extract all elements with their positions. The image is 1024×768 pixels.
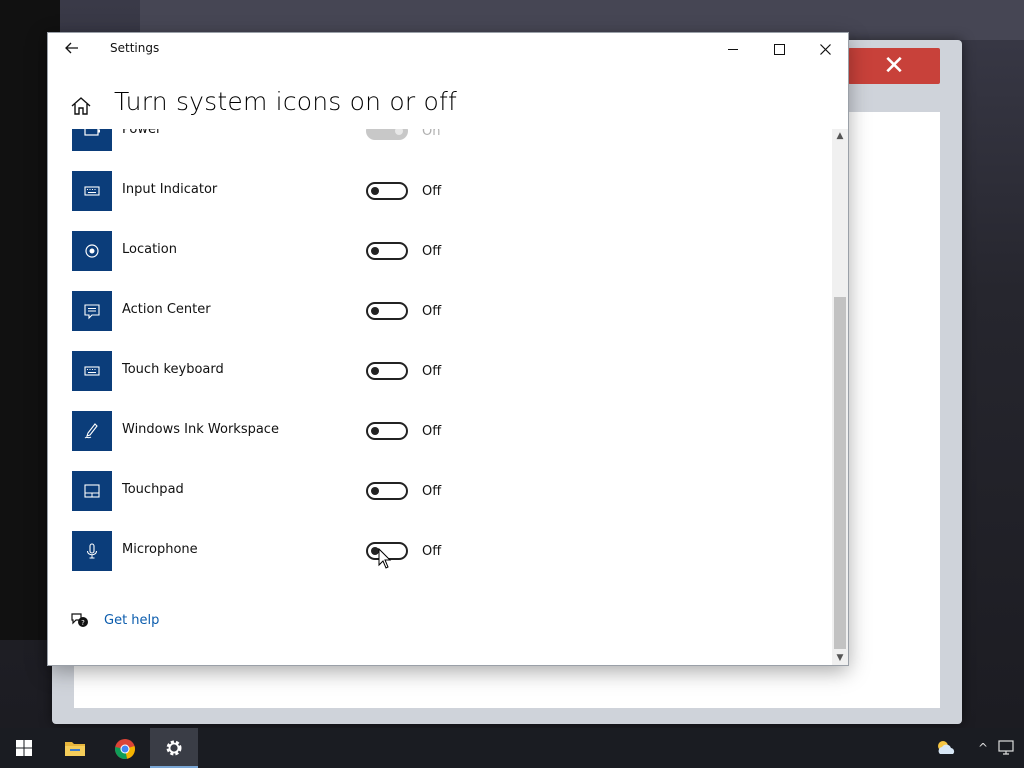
list-item-label: Action Center <box>122 302 211 317</box>
location-toggle[interactable] <box>366 242 408 260</box>
toggle-state-label: Off <box>422 364 442 379</box>
windows-ink-workspace-toggle[interactable] <box>366 422 408 440</box>
list-item-label: Touch keyboard <box>122 362 224 377</box>
toggle-knob <box>395 129 403 135</box>
settings-icon <box>166 740 182 756</box>
taskbar-file-explorer[interactable] <box>50 728 98 768</box>
title-bar: Settings <box>48 33 848 65</box>
toggle-state-label: Off <box>422 544 442 559</box>
touch-keyboard-toggle[interactable] <box>366 362 408 380</box>
list-item-location: Location Off <box>72 231 812 271</box>
back-button[interactable] <box>58 37 86 61</box>
file-explorer-icon <box>65 742 85 756</box>
toggle-state-label: Off <box>422 304 442 319</box>
network-icon[interactable] <box>996 728 1018 768</box>
list-item-label: Windows Ink Workspace <box>122 422 279 437</box>
list-item-touch-keyboard: Touch keyboard Off <box>72 351 812 391</box>
windows-start-icon <box>16 740 32 756</box>
touchpad-icon <box>72 471 112 511</box>
action-center-toggle[interactable] <box>366 302 408 320</box>
list-item-power: Power On <box>72 129 812 151</box>
keyboard-icon <box>72 351 112 391</box>
svg-text:?: ? <box>81 619 85 627</box>
list-item-touchpad: Touchpad Off <box>72 471 812 511</box>
maximize-icon <box>773 43 785 55</box>
list-item-label: Location <box>122 242 177 257</box>
window-title: Settings <box>110 41 160 55</box>
taskbar-settings[interactable] <box>150 728 198 768</box>
list-item-input-indicator: Input Indicator Off <box>72 171 812 211</box>
toggle-state-label: Off <box>422 184 442 199</box>
touchpad-toggle[interactable] <box>366 482 408 500</box>
list-item-label: Microphone <box>122 542 198 557</box>
home-icon[interactable] <box>70 95 94 119</box>
scrollbar-thumb[interactable] <box>834 297 846 649</box>
get-help-link[interactable]: Get help <box>104 613 159 628</box>
action-center-icon <box>72 291 112 331</box>
list-item-label: Input Indicator <box>122 182 218 197</box>
power-toggle[interactable] <box>366 129 408 140</box>
background-window-close-button[interactable]: ✕ <box>848 48 940 84</box>
help-chat-icon: ? <box>70 611 90 631</box>
battery-icon <box>72 129 112 151</box>
list-item-action-center: Action Center Off <box>72 291 812 331</box>
list-item-label: Power <box>122 129 162 137</box>
input-indicator-toggle[interactable] <box>366 182 408 200</box>
microphone-icon <box>72 531 112 571</box>
mouse-cursor-icon <box>378 548 392 569</box>
vertical-scrollbar[interactable]: ▲ ▼ <box>832 129 848 665</box>
toggle-knob <box>371 187 379 195</box>
weather-icon[interactable] <box>932 728 960 768</box>
keyboard-icon <box>72 171 112 211</box>
toggle-state-label: Off <box>422 484 442 499</box>
toggle-state-label: On <box>422 129 441 139</box>
toggle-knob <box>371 247 379 255</box>
toggle-knob <box>371 307 379 315</box>
chrome-icon <box>114 739 135 760</box>
system-icons-list: Power On Input Indicator Off Location Of… <box>48 129 830 609</box>
show-hidden-icons-chevron-icon[interactable]: ^ <box>974 728 992 768</box>
location-icon <box>72 231 112 271</box>
scroll-up-arrow-icon[interactable]: ▲ <box>832 129 848 143</box>
list-item-windows-ink-workspace: Windows Ink Workspace Off <box>72 411 812 451</box>
toggle-knob <box>371 427 379 435</box>
maximize-button[interactable] <box>756 33 802 65</box>
toggle-knob <box>371 487 379 495</box>
minimize-icon <box>728 48 738 50</box>
pen-icon <box>72 411 112 451</box>
toggle-state-label: Off <box>422 424 442 439</box>
taskbar-chrome[interactable] <box>100 728 148 768</box>
list-item-label: Touchpad <box>122 482 184 497</box>
scroll-down-arrow-icon[interactable]: ▼ <box>832 651 848 665</box>
list-item-microphone: Microphone Off <box>72 531 812 571</box>
toggle-state-label: Off <box>422 244 442 259</box>
close-icon <box>819 43 831 55</box>
close-button[interactable] <box>802 33 848 65</box>
taskbar: ^ <box>0 728 1024 768</box>
settings-window: Settings Turn system icons on or off Pow… <box>48 33 848 665</box>
page-title: Turn system icons on or off <box>114 87 457 116</box>
start-button[interactable] <box>0 728 48 768</box>
back-arrow-icon <box>65 42 78 54</box>
minimize-button[interactable] <box>710 33 756 65</box>
toggle-knob <box>371 367 379 375</box>
